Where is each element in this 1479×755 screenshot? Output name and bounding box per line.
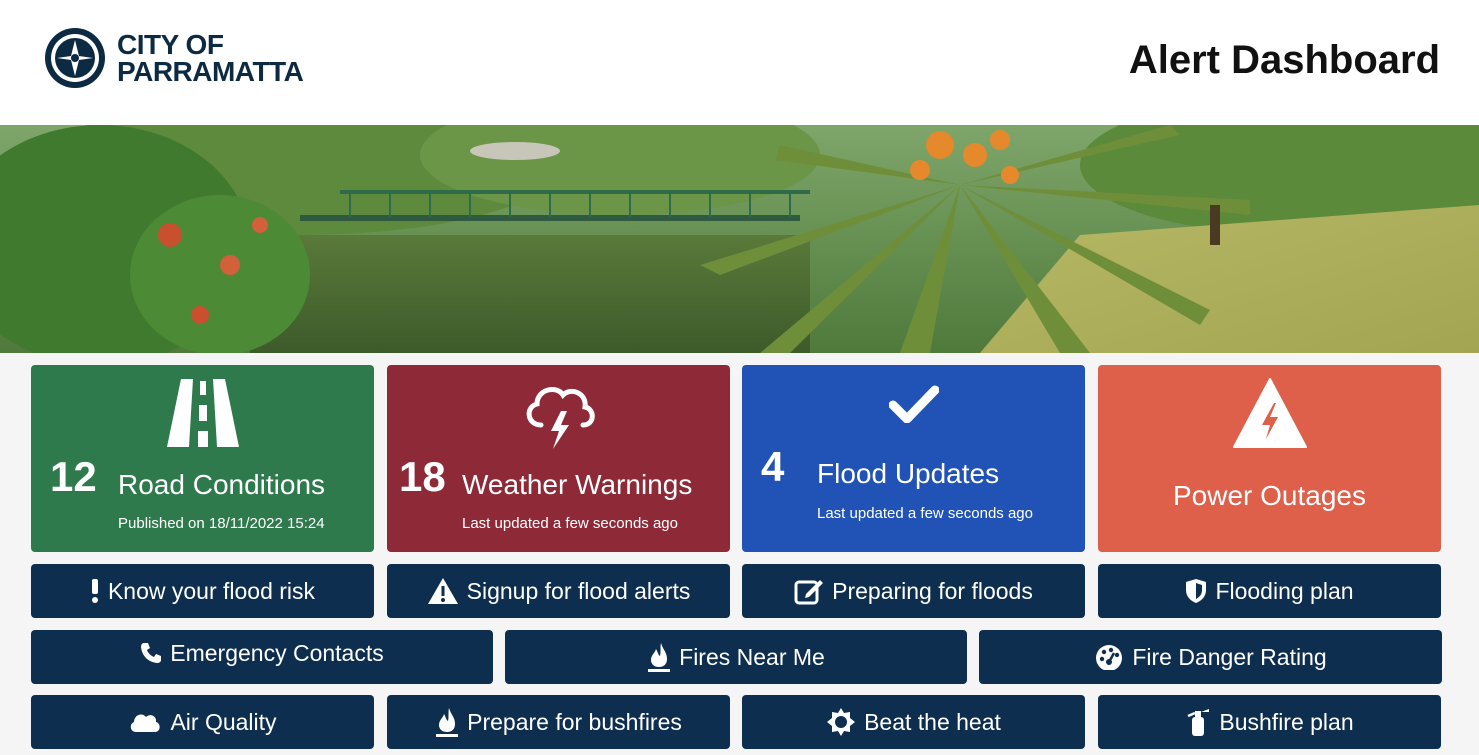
logo-line2: PARRAMATTA — [117, 56, 304, 87]
power-label: Power Outages — [1173, 480, 1366, 511]
emergency-contacts-label: Emergency Contacts — [170, 639, 384, 666]
prepare-bushfires-label: Prepare for bushfires — [467, 708, 682, 735]
site-header: CITY OF PARRAMATTA Alert Dashboard — [0, 0, 1479, 125]
road-icon — [31, 379, 374, 447]
logo-text: CITY OF PARRAMATTA — [117, 29, 304, 87]
hero-banner-image — [0, 125, 1479, 353]
gauge-icon — [1094, 644, 1124, 670]
flood-sub: Last updated a few seconds ago — [817, 505, 1033, 522]
road-count: 12 — [50, 453, 97, 500]
know-flood-risk-label: Know your flood risk — [107, 577, 316, 604]
air-quality-label: Air Quality — [170, 708, 277, 735]
flood-label: Flood Updates — [817, 458, 1000, 489]
card-flood-updates[interactable]: 4 Flood Updates Last updated a few secon… — [742, 365, 1085, 552]
bushfire-plan-label: Bushfire plan — [1219, 708, 1354, 735]
card-weather-warnings[interactable]: 18 Weather Warnings Last updated a few s… — [387, 365, 730, 552]
road-label: Road Conditions — [118, 469, 326, 500]
preparing-for-floods-label: Preparing for floods — [832, 577, 1033, 604]
card-road-conditions[interactable]: 12 Road Conditions Published on 18/11/20… — [31, 365, 374, 552]
city-seal-icon — [45, 28, 105, 88]
shield-icon — [1185, 578, 1207, 604]
signup-flood-alerts-button[interactable]: Signup for flood alerts — [387, 564, 730, 618]
beat-the-heat-label: Beat the heat — [864, 708, 1001, 735]
bushfire-plan-button[interactable]: Bushfire plan — [1098, 695, 1441, 749]
page-title: Alert Dashboard — [1128, 38, 1440, 82]
power-warning-icon — [1098, 377, 1441, 449]
fire-icon — [647, 642, 671, 672]
sun-icon — [826, 707, 856, 737]
checkmark-icon — [742, 385, 1085, 423]
fires-near-me-button[interactable]: Fires Near Me — [505, 630, 967, 684]
emergency-contacts-button[interactable]: Emergency Contacts — [31, 630, 493, 684]
logo-line1: CITY OF — [117, 29, 224, 60]
know-flood-risk-button[interactable]: Know your flood risk — [31, 564, 374, 618]
air-quality-button[interactable]: Air Quality — [31, 695, 374, 749]
fire-extinguisher-icon — [1185, 707, 1211, 737]
fires-near-me-label: Fires Near Me — [679, 643, 825, 670]
road-sub: Published on 18/11/2022 15:24 — [118, 515, 325, 532]
weather-count: 18 — [399, 453, 446, 500]
beat-the-heat-button[interactable]: Beat the heat — [742, 695, 1085, 749]
weather-label: Weather Warnings — [462, 469, 693, 500]
flooding-plan-button[interactable]: Flooding plan — [1098, 564, 1441, 618]
fire-icon — [435, 707, 459, 737]
preparing-for-floods-button[interactable]: Preparing for floods — [742, 564, 1085, 618]
cloud-icon — [128, 711, 162, 733]
weather-sub: Last updated a few seconds ago — [462, 515, 678, 532]
flood-count: 4 — [761, 443, 785, 490]
flooding-plan-label: Flooding plan — [1215, 577, 1354, 604]
edit-icon — [794, 577, 824, 605]
warning-triangle-icon — [427, 577, 459, 605]
signup-flood-alerts-label: Signup for flood alerts — [466, 577, 691, 604]
fire-danger-rating-button[interactable]: Fire Danger Rating — [979, 630, 1442, 684]
card-power-outages[interactable]: Power Outages — [1098, 365, 1441, 552]
storm-cloud-icon — [387, 377, 730, 451]
park-bridge-illustration — [0, 125, 1479, 353]
fire-danger-rating-label: Fire Danger Rating — [1132, 643, 1327, 670]
prepare-bushfires-button[interactable]: Prepare for bushfires — [387, 695, 730, 749]
city-logo[interactable]: CITY OF PARRAMATTA — [43, 26, 304, 90]
phone-icon — [140, 642, 162, 664]
exclamation-icon — [90, 579, 100, 603]
